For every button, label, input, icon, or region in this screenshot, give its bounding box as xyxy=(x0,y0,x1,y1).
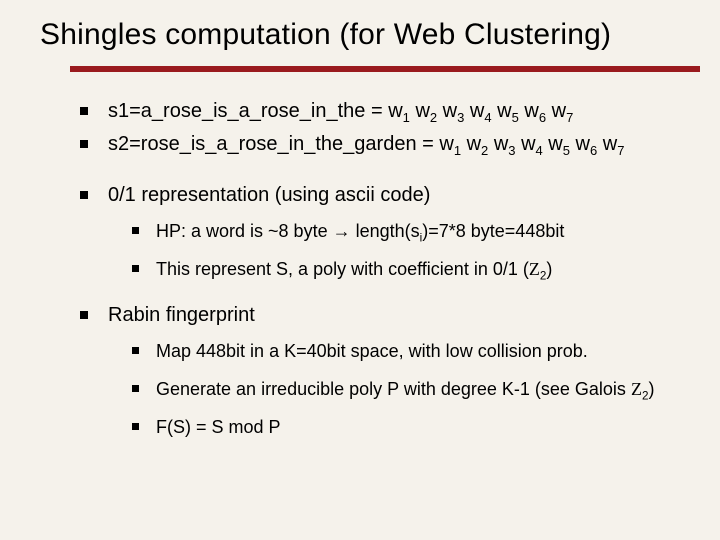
subbullet-irr-post: ) xyxy=(648,379,654,399)
subbullet-hp-post: )=7*8 byte=448bit xyxy=(422,221,564,241)
z-symbol: Z xyxy=(529,259,540,279)
subbullet-poly-post: ) xyxy=(546,259,552,279)
w-sub: 3 xyxy=(508,143,515,158)
w-sub: 7 xyxy=(617,143,624,158)
subbullet-map: Map 448bit in a K=40bit space, with low … xyxy=(132,339,690,363)
slide-body: s1=a_rose_is_a_rose_in_the = w1 w2 w3 w4… xyxy=(80,98,690,439)
subbullet-map-text: Map 448bit in a K=40bit space, with low … xyxy=(156,341,588,361)
w-sub: 4 xyxy=(484,110,491,125)
z-symbol: Z xyxy=(631,379,642,399)
bullet-s2-text: s2=rose_is_a_rose_in_the_garden = w xyxy=(108,133,454,155)
bullet-rabin: Rabin fingerprint Map 448bit in a K=40bi… xyxy=(80,302,690,440)
subbullet-poly-pre: This represent S, a poly with coefficien… xyxy=(156,259,529,279)
w-sub: 5 xyxy=(512,110,519,125)
w-sub: 1 xyxy=(454,143,461,158)
subbullet-hp-pre: HP: a word is ~8 byte → length(s xyxy=(156,221,420,241)
w-sub: 4 xyxy=(536,143,543,158)
bullet-s2: s2=rose_is_a_rose_in_the_garden = w1 w2 … xyxy=(80,131,690,158)
subbullet-hp: HP: a word is ~8 byte → length(si)=7*8 b… xyxy=(132,219,690,243)
slide-title: Shingles computation (for Web Clustering… xyxy=(40,18,690,52)
w-sub: 1 xyxy=(403,110,410,125)
bullet-s1-text: s1=a_rose_is_a_rose_in_the = w xyxy=(108,100,403,122)
bullet-repr: 0/1 representation (using ascii code) HP… xyxy=(80,182,690,282)
subbullet-fs-text: F(S) = S mod P xyxy=(156,417,281,437)
title-rule xyxy=(70,66,700,72)
w-sub: 6 xyxy=(539,110,546,125)
bullet-s1: s1=a_rose_is_a_rose_in_the = w1 w2 w3 w4… xyxy=(80,98,690,125)
w-sub: 7 xyxy=(566,110,573,125)
bullet-repr-text: 0/1 representation (using ascii code) xyxy=(108,184,430,206)
subbullet-irr-pre: Generate an irreducible poly P with degr… xyxy=(156,379,631,399)
subbullet-poly: This represent S, a poly with coefficien… xyxy=(132,257,690,281)
w-sub: 2 xyxy=(430,110,437,125)
w-sub: 5 xyxy=(563,143,570,158)
w-sub: 2 xyxy=(481,143,488,158)
bullet-rabin-text: Rabin fingerprint xyxy=(108,304,255,326)
subbullet-fs: F(S) = S mod P xyxy=(132,415,690,439)
subbullet-irr: Generate an irreducible poly P with degr… xyxy=(132,377,690,401)
w-sub: 3 xyxy=(457,110,464,125)
w-sub: 6 xyxy=(590,143,597,158)
